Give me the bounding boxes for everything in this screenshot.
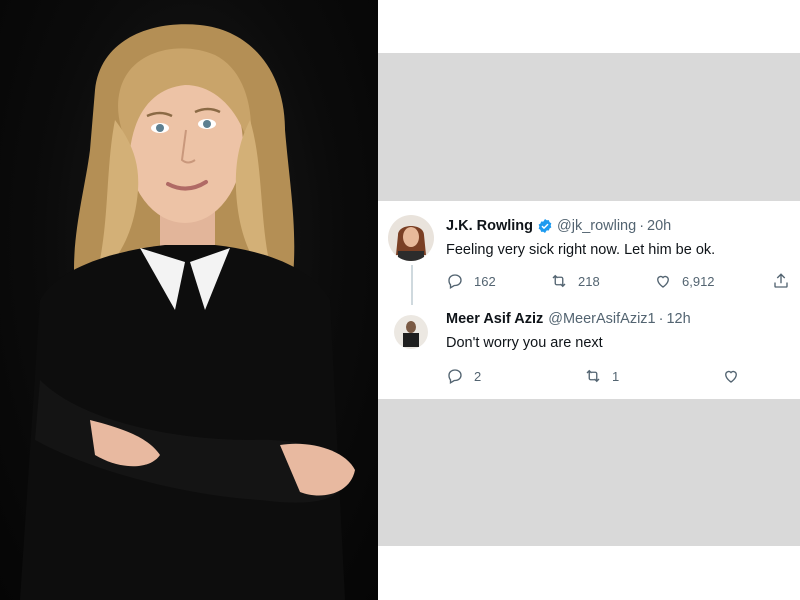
share-button[interactable] <box>772 272 800 290</box>
thread-connector-line <box>411 265 413 305</box>
timestamp[interactable]: 20h <box>647 218 671 234</box>
separator-dot: · <box>658 311 664 327</box>
reply-icon <box>448 274 462 289</box>
retweet-icon <box>552 274 566 288</box>
avatar-jk-rowling[interactable] <box>388 215 434 261</box>
separator-dot: · <box>639 218 645 234</box>
reply-icon <box>448 369 462 384</box>
retweet-button[interactable]: 1 <box>584 367 619 385</box>
tweet-thread-card: J.K. Rowling @jk_rowling · 20h Feeling v… <box>378 201 800 399</box>
display-name[interactable]: J.K. Rowling <box>446 218 533 234</box>
tweet-text: Feeling very sick right now. Let him be … <box>446 242 716 258</box>
like-count: 6,912 <box>682 273 715 289</box>
avatar-image <box>394 315 428 349</box>
tweet-screenshot-panel: J.K. Rowling @jk_rowling · 20h Feeling v… <box>378 0 800 600</box>
retweet-button[interactable]: 218 <box>550 272 600 290</box>
retweet-icon <box>586 369 600 383</box>
retweet-count: 218 <box>578 273 600 289</box>
like-icon <box>657 275 669 288</box>
like-button[interactable] <box>722 367 750 385</box>
tweet-header: Meer Asif Aziz @MeerAsifAziz1 · 12h <box>446 311 691 327</box>
retweet-count: 1 <box>612 368 620 384</box>
tweet-actions: 162 218 6,912 <box>446 272 792 292</box>
portrait-illustration <box>20 24 355 600</box>
reply-count: 2 <box>474 368 482 384</box>
timestamp[interactable]: 12h <box>666 311 690 327</box>
user-handle[interactable]: @MeerAsifAziz1 <box>548 311 655 327</box>
avatar-image <box>388 215 434 261</box>
reply-button[interactable]: 162 <box>446 272 496 290</box>
portrait-photo <box>0 0 378 600</box>
verified-badge-icon <box>538 219 552 233</box>
reply-button[interactable]: 2 <box>446 367 481 385</box>
tweet-header: J.K. Rowling @jk_rowling · 20h <box>446 218 671 234</box>
gray-background-top <box>378 53 800 201</box>
like-button[interactable]: 6,912 <box>654 272 715 290</box>
reply-count: 162 <box>474 273 496 289</box>
tweet-actions: 2 1 <box>446 367 792 387</box>
like-icon <box>725 370 737 383</box>
avatar-meer-asif-aziz[interactable] <box>394 315 428 349</box>
gray-background-bottom <box>378 399 800 546</box>
share-icon <box>774 273 788 288</box>
display-name[interactable]: Meer Asif Aziz <box>446 311 543 327</box>
user-handle[interactable]: @jk_rowling <box>557 218 636 234</box>
tweet-text: Don't worry you are next <box>446 335 603 351</box>
